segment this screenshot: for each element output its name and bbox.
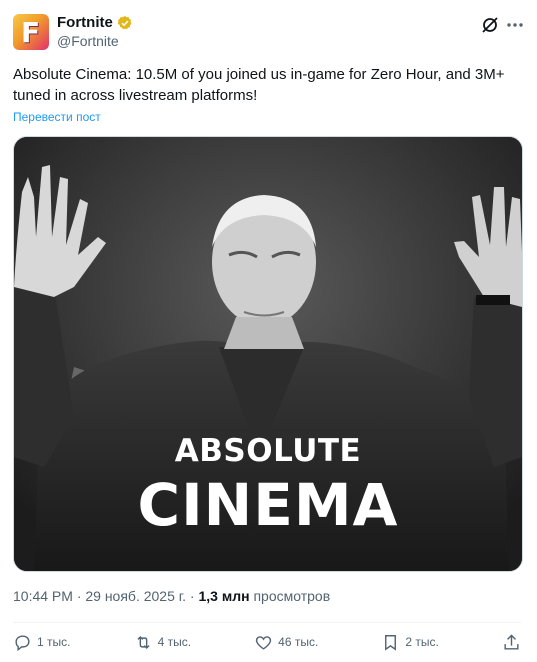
verified-badge-icon <box>117 15 132 29</box>
more-icon[interactable] <box>505 15 525 35</box>
repost-icon <box>137 635 150 649</box>
author-name-row: Fortnite <box>57 14 133 31</box>
avatar-letter: F <box>21 16 41 49</box>
author-name[interactable]: Fortnite <box>57 14 113 31</box>
tweet-text: Absolute Cinema: 10.5M of you joined us … <box>13 66 505 104</box>
author-handle[interactable]: @Fortnite <box>57 33 119 49</box>
media-caption-bottom: CINEMA <box>137 471 399 539</box>
share-icon <box>504 633 519 650</box>
meta-separator: · <box>186 588 199 604</box>
share-button[interactable] <box>502 633 521 652</box>
like-icon <box>256 635 272 650</box>
bookmark-count: 2 тыс. <box>405 635 439 649</box>
reply-count: 1 тыс. <box>37 635 71 649</box>
like-button[interactable]: 46 тыс. <box>254 633 318 652</box>
repost-count: 4 тыс. <box>157 635 192 649</box>
author-avatar[interactable]: F <box>13 14 49 50</box>
like-count: 46 тыс. <box>278 635 319 649</box>
translate-link[interactable]: Перевести пост <box>13 110 101 124</box>
action-bar: 1 тыс. 4 тыс. 46 тыс. 2 тыс. <box>13 622 521 661</box>
reply-icon <box>15 634 30 651</box>
reply-button[interactable]: 1 тыс. <box>13 633 70 652</box>
views-count: 1,3 млн <box>198 588 250 604</box>
tweet-timestamp[interactable]: 10:44 PM · 29 нояб. 2025 г. <box>13 588 186 604</box>
grok-icon[interactable] <box>480 15 500 35</box>
tweet-media-image[interactable]: ABSOLUTE CINEMA <box>13 136 523 572</box>
repost-button[interactable]: 4 тыс. <box>134 633 191 652</box>
bookmark-icon <box>385 634 397 651</box>
media-caption-top: ABSOLUTE <box>174 433 362 469</box>
views-label: просмотров <box>249 588 331 604</box>
bookmark-button[interactable]: 2 тыс. <box>381 633 439 652</box>
tweet-meta: 10:44 PM · 29 нояб. 2025 г. · 1,3 млн пр… <box>13 588 330 604</box>
